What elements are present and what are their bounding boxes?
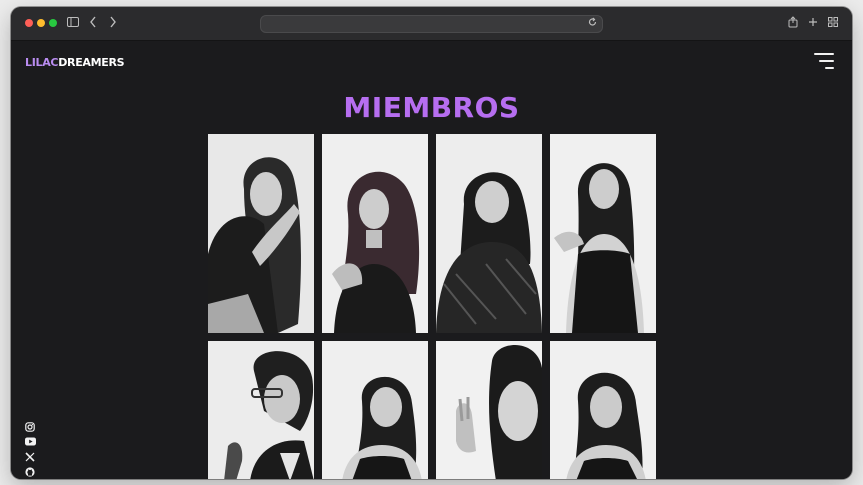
tab-overview-icon[interactable] (828, 16, 838, 30)
page-title: MIEMBROS (343, 91, 520, 124)
browser-toolbar (11, 7, 852, 41)
browser-window: LILACDREAMERS MIEMBROS (11, 7, 852, 479)
instagram-icon[interactable] (25, 422, 35, 435)
github-icon[interactable] (25, 467, 35, 479)
close-window-button[interactable] (25, 19, 33, 27)
address-bar[interactable] (260, 15, 603, 33)
logo-part-dreamers: DREAMERS (58, 56, 125, 69)
member-photo[interactable] (322, 341, 428, 479)
minimize-window-button[interactable] (37, 19, 45, 27)
member-photo[interactable] (550, 134, 656, 333)
youtube-icon[interactable] (25, 437, 36, 449)
zoom-window-button[interactable] (49, 19, 57, 27)
member-photo[interactable] (208, 341, 314, 479)
member-photo[interactable] (208, 134, 314, 333)
member-photo[interactable] (436, 341, 542, 479)
web-page: LILACDREAMERS MIEMBROS (11, 41, 852, 479)
member-photo[interactable] (550, 341, 656, 479)
x-icon[interactable] (25, 452, 35, 465)
member-photo[interactable] (436, 134, 542, 333)
chevron-left-icon[interactable] (89, 16, 97, 31)
chevron-right-icon[interactable] (109, 16, 117, 31)
reload-icon[interactable] (588, 17, 597, 32)
sidebar-icon[interactable] (67, 16, 79, 30)
member-photo[interactable] (322, 134, 428, 333)
plus-icon[interactable] (808, 16, 818, 30)
logo-part-lilac: LILAC (25, 56, 59, 69)
share-icon[interactable] (788, 16, 798, 31)
hamburger-menu-icon[interactable] (814, 53, 836, 69)
site-logo[interactable]: LILACDREAMERS (25, 56, 125, 69)
